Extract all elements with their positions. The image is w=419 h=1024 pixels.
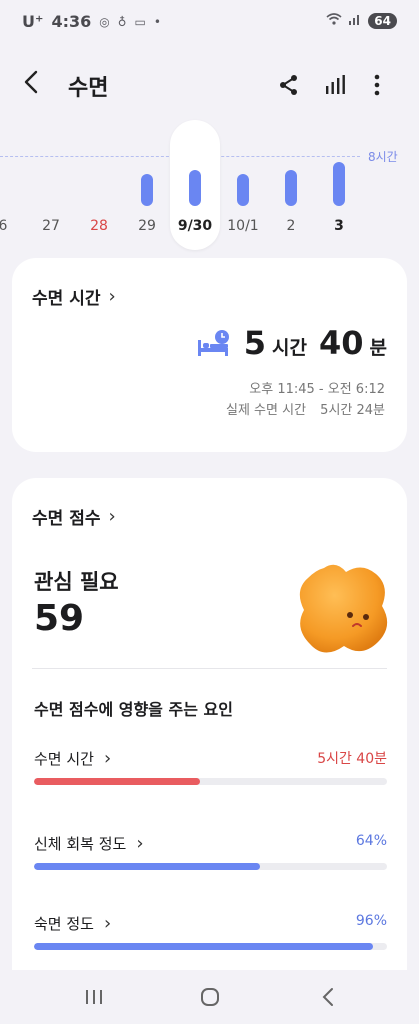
sleep-score-card[interactable]: 수면 점수 › 관심 필요 59 수면 점수에 영향을 주는 요인 수면 시간 ›…: [12, 478, 407, 970]
factor-value: 5시간 40분: [317, 751, 387, 767]
signal-icon: [348, 12, 362, 30]
chevron-right-icon: ›: [108, 506, 116, 527]
timeline-day-7[interactable]: 3: [314, 120, 364, 250]
share-icon: [280, 75, 297, 95]
timeline-day-label: 10/1: [227, 218, 259, 234]
back-button[interactable]: [22, 68, 58, 104]
wifi-icon: [326, 12, 342, 30]
factor-label: 숙면 정도 ›: [34, 913, 111, 934]
more-notifications-icon: •: [153, 14, 161, 29]
factor-row[interactable]: 신체 회복 정도 › 64%: [34, 833, 387, 873]
timeline-day-6[interactable]: 2: [266, 120, 316, 250]
bar-chart-icon: [326, 75, 345, 94]
factor-label: 신체 회복 정도 ›: [34, 833, 144, 854]
sleep-minutes-unit: 분: [369, 337, 387, 359]
sleep-minutes: 40: [318, 324, 364, 362]
sleep-bar: [285, 170, 297, 206]
app-header: 수면: [0, 56, 419, 112]
factor-progress-fill: [34, 778, 200, 785]
status-bar: U⁺ 4:36 ◎ ♁ ▭ • 64: [0, 0, 419, 44]
sleep-hours-unit: 시간: [272, 337, 307, 359]
back-arrow-icon: [24, 70, 38, 94]
timeline-day-5[interactable]: 10/1: [218, 120, 268, 250]
timeline-day-0[interactable]: 6: [0, 120, 28, 250]
battery-indicator: 64: [368, 13, 397, 29]
sleep-time-heading[interactable]: 수면 시간 ›: [32, 284, 116, 309]
chevron-right-icon: ›: [108, 286, 116, 307]
factor-value: 96%: [355, 913, 387, 929]
chrome-icon: ◎: [99, 14, 110, 29]
page-title: 수면: [68, 76, 109, 101]
score-status: 관심 필요: [34, 570, 119, 594]
recent-apps-button[interactable]: [74, 982, 114, 1012]
status-right: 64: [326, 12, 397, 30]
divider: [32, 668, 387, 669]
factors-title: 수면 점수에 영향을 주는 요인: [34, 700, 233, 719]
factor-row[interactable]: 수면 시간 › 5시간 40분: [34, 748, 387, 788]
actual-sleep-label: 실제 수면 시간: [226, 403, 307, 418]
home-icon: [201, 988, 219, 1006]
nav-back-button[interactable]: [308, 982, 348, 1012]
sleep-bar: [237, 174, 249, 206]
more-options-button[interactable]: [362, 70, 392, 100]
factor-progress-fill: [34, 863, 260, 870]
timeline-day-4[interactable]: 9/30: [170, 120, 220, 250]
app-icon: ▭: [134, 14, 146, 29]
recent-apps-icon: [86, 990, 102, 1004]
sleep-character-icon: [299, 564, 388, 653]
factor-progress-track: [34, 778, 387, 785]
sleep-hours: 5: [243, 324, 267, 362]
statistics-button[interactable]: [320, 70, 350, 100]
timeline-day-3[interactable]: 29: [122, 120, 172, 250]
notification-icon: ♁: [117, 14, 127, 29]
score-value: 59: [34, 598, 85, 639]
timeline-day-2[interactable]: 28: [74, 120, 124, 250]
actual-sleep-value: 5시간 24분: [320, 403, 385, 418]
factor-label-text: 숙면 정도: [34, 915, 94, 933]
sleep-duration: 5 시간 40 분: [244, 324, 387, 362]
timeline-day-label: 27: [42, 218, 60, 234]
share-button[interactable]: [274, 70, 304, 100]
sleep-bar: [189, 170, 201, 206]
chevron-right-icon: ›: [103, 748, 112, 769]
factor-progress-track: [34, 943, 387, 950]
nav-back-icon: [322, 988, 333, 1006]
chevron-right-icon: ›: [103, 913, 112, 934]
timeline-max-label: 8시간: [368, 150, 398, 164]
status-left: U⁺ 4:36 ◎ ♁ ▭ •: [22, 12, 161, 31]
timeline-day-label: 29: [138, 218, 156, 234]
factor-value: 64%: [355, 833, 387, 849]
home-button[interactable]: [190, 982, 230, 1012]
sleep-time-card[interactable]: 수면 시간 › 5 시간 40 분 오후 11:45 - 오전 6:12 실제 …: [12, 258, 407, 452]
timeline-day-label: 9/30: [177, 218, 213, 234]
sleep-timeline: 8시간 6 27 28 29 9/30 10/1 2 3: [0, 120, 419, 250]
timeline-day-1[interactable]: 27: [26, 120, 76, 250]
timeline-day-label: 3: [334, 218, 344, 234]
timeline-day-label: 2: [286, 218, 296, 234]
factor-label-text: 수면 시간: [34, 750, 94, 768]
factor-label: 수면 시간 ›: [34, 748, 111, 769]
sleep-time-heading-label: 수면 시간: [32, 289, 101, 309]
sleep-bar: [333, 162, 345, 206]
factor-progress-track: [34, 863, 387, 870]
actual-sleep-row: 실제 수면 시간 5시간 24분: [226, 399, 385, 418]
factor-row[interactable]: 숙면 정도 › 96%: [34, 913, 387, 953]
more-vertical-icon: [374, 74, 380, 96]
factor-label-text: 신체 회복 정도: [34, 835, 127, 853]
timeline-day-label: 6: [0, 218, 8, 234]
sleep-range: 오후 11:45 - 오전 6:12: [249, 382, 385, 397]
factor-progress-fill: [34, 943, 373, 950]
navigation-bar: [0, 970, 419, 1024]
bed-icon: [198, 330, 229, 356]
sleep-bar: [141, 174, 153, 206]
sleep-score-heading-label: 수면 점수: [32, 509, 101, 529]
sleep-score-heading[interactable]: 수면 점수 ›: [32, 504, 116, 529]
timeline-day-label: 28: [90, 218, 108, 234]
carrier-label: U⁺: [22, 12, 44, 31]
chevron-right-icon: ›: [136, 833, 144, 854]
status-time: 4:36: [51, 12, 92, 31]
